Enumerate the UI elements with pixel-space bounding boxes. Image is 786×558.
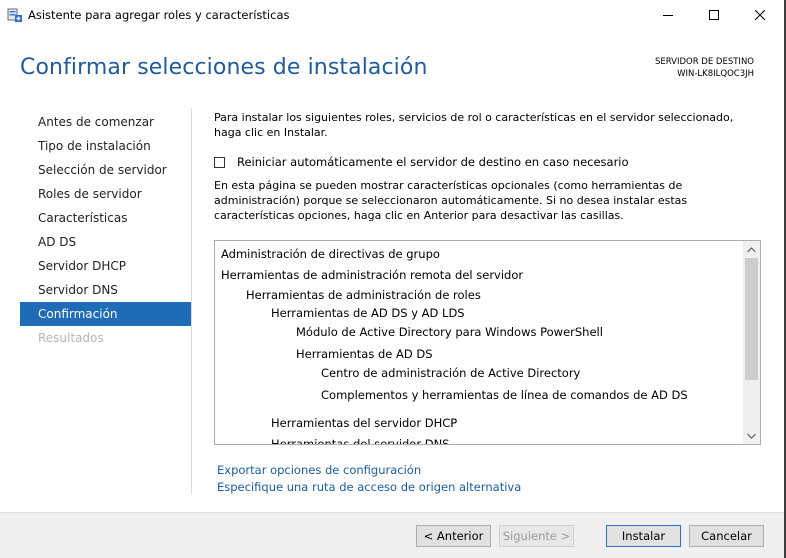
destination-server: SERVIDOR DE DESTINO WIN-LK8ILQOC3JH <box>655 56 754 80</box>
maximize-icon <box>709 10 719 20</box>
next-button: Siguiente > <box>499 525 574 547</box>
export-settings-link[interactable]: Exportar opciones de configuración <box>217 463 421 477</box>
scroll-up-button[interactable] <box>743 241 760 258</box>
tree-item: Herramientas de administración remota de… <box>221 268 524 282</box>
tree-item: Centro de administración de Active Direc… <box>321 366 581 380</box>
scroll-down-button[interactable] <box>743 427 760 444</box>
page-title: Confirmar selecciones de instalación <box>20 55 428 80</box>
destination-server-label: SERVIDOR DE DESTINO <box>654 57 754 67</box>
tree-item: Herramientas del servidor DNS <box>271 437 450 445</box>
window-title: Asistente para agregar roles y caracterí… <box>28 8 290 22</box>
chevron-down-icon <box>747 433 756 439</box>
sidebar-item-seleccion-de-servidor[interactable]: Selección de servidor <box>20 158 191 182</box>
main-content: Para instalar los siguientes roles, serv… <box>214 110 759 222</box>
tree-item: Módulo de Active Directory para Windows … <box>296 325 603 339</box>
sidebar-item-servidor-dhcp[interactable]: Servidor DHCP <box>20 254 191 278</box>
tree-item: Herramientas de AD DS y AD LDS <box>271 306 465 320</box>
alternate-source-link[interactable]: Especifique una ruta de acceso de origen… <box>217 480 521 494</box>
selections-list[interactable]: Administración de directivas de grupo He… <box>214 240 761 445</box>
sidebar-item-caracteristicas[interactable]: Características <box>20 206 191 230</box>
sidebar-item-roles-de-servidor[interactable]: Roles de servidor <box>20 182 191 206</box>
destination-server-name: WIN-LK8ILQOC3JH <box>677 69 754 79</box>
sidebar-item-resultados: Resultados <box>38 331 104 345</box>
restart-checkbox[interactable] <box>214 156 225 168</box>
maximize-button[interactable] <box>691 0 737 30</box>
close-button[interactable] <box>737 0 783 30</box>
minimize-button[interactable] <box>645 0 691 30</box>
sidebar-item-antes-de-comenzar[interactable]: Antes de comenzar <box>20 110 191 134</box>
info-text: En esta página se pueden mostrar caracte… <box>214 179 688 222</box>
sidebar-item-ad-ds[interactable]: AD DS <box>20 230 191 254</box>
tree-item: Herramientas de AD DS <box>296 347 433 361</box>
sidebar-item-servidor-dns[interactable]: Servidor DNS <box>20 278 191 302</box>
sidebar-divider <box>191 108 192 494</box>
close-icon <box>755 10 765 20</box>
tree-item: Administración de directivas de grupo <box>221 247 440 261</box>
restart-option[interactable]: Reiniciar automáticamente el servidor de… <box>214 154 629 170</box>
title-bar: Asistente para agregar roles y caracterí… <box>0 0 786 30</box>
tree-item: Complementos y herramientas de línea de … <box>321 388 688 402</box>
restart-checkbox-label[interactable]: Reiniciar automáticamente el servidor de… <box>237 155 629 169</box>
intro-text: Para instalar los siguientes roles, serv… <box>214 111 734 139</box>
chevron-up-icon <box>747 246 756 252</box>
install-button[interactable]: Instalar <box>606 525 681 547</box>
tree-item: Herramientas de administración de roles <box>246 288 481 302</box>
server-manager-icon <box>7 7 23 23</box>
back-button[interactable]: < Anterior <box>416 525 491 547</box>
scroll-thumb[interactable] <box>745 258 758 380</box>
wizard-steps-sidebar: Antes de comenzar Tipo de instalación Se… <box>20 110 191 350</box>
vertical-scrollbar[interactable] <box>743 241 760 444</box>
tree-item: Herramientas del servidor DHCP <box>271 416 458 430</box>
sidebar-item-confirmacion[interactable]: Confirmación <box>20 302 191 326</box>
minimize-icon <box>663 15 673 16</box>
cancel-button[interactable]: Cancelar <box>689 525 764 547</box>
sidebar-item-tipo-de-instalacion[interactable]: Tipo de instalación <box>20 134 191 158</box>
